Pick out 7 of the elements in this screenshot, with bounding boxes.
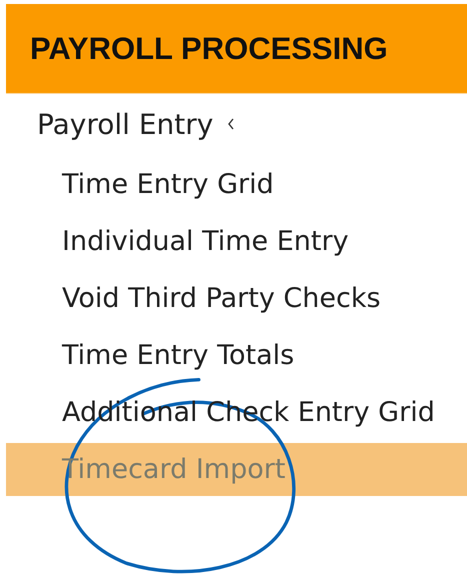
menu-item[interactable]: Individual Time Entry — [6, 215, 467, 268]
menu-item[interactable]: Time Entry Grid — [6, 158, 467, 211]
chevron-icon[interactable] — [227, 118, 236, 130]
section-header: PAYROLL PROCESSING — [6, 4, 467, 94]
menu-item[interactable]: Time Entry Totals — [6, 329, 467, 382]
menu-item[interactable]: Void Third Party Checks — [6, 272, 467, 325]
menu-group-item[interactable]: Payroll Entry — [0, 94, 236, 154]
